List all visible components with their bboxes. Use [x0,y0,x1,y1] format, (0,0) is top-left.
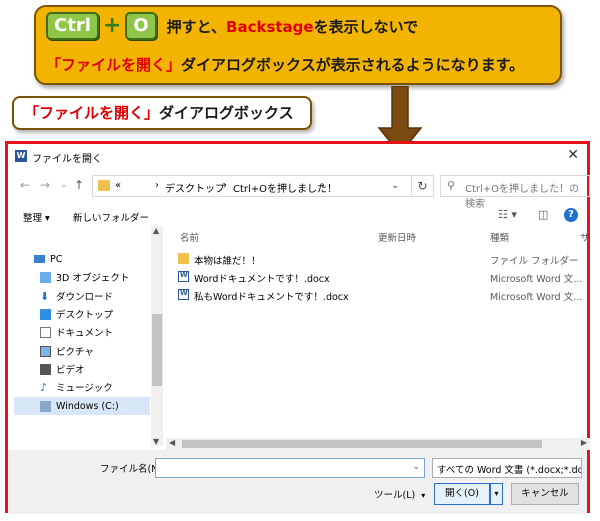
scroll-left-icon[interactable]: ◀ [169,438,175,447]
dialog-title: ファイルを開く [32,154,102,165]
close-icon[interactable]: ✕ [567,147,579,163]
chevron-down-icon[interactable]: ⌄ [569,462,577,472]
organize-button[interactable]: 整理 ▾ [23,210,50,224]
word-doc-icon [178,271,189,282]
filename-input[interactable]: ⌄ [155,458,425,478]
refresh-button[interactable]: ↻ [412,175,434,197]
callout-text-1: 押すと、Backstageを表示しないで [166,17,419,36]
file-name: 私もWordドキュメントです！.docx [194,292,349,303]
drive-icon [40,400,51,412]
recent-locations-dropdown[interactable]: ⌄ [60,180,68,190]
column-header-type[interactable]: 種類 [490,230,509,244]
download-icon: ⬇ [40,289,50,303]
dialog-label: 「ファイルを開く」ダイアログボックス [12,96,312,130]
sidebar-item-windows-c[interactable]: Windows (C:) [14,397,150,415]
word-doc-icon [178,289,189,300]
address-separator[interactable]: › [321,180,325,191]
file-type-filter[interactable]: すべての Word 文書 (*.docx;*.doc ⌄ [432,458,582,478]
list-item[interactable]: 私もWordドキュメントです！.docx Microsoft Word 文... [166,286,590,304]
column-header-modified[interactable]: 更新日時 [378,230,416,244]
file-name: Wordドキュメントです！.docx [194,274,330,285]
scrollbar-thumb[interactable] [182,440,542,448]
ctrl-key-badge: Ctrl [46,12,99,40]
column-header-name[interactable]: 名前 [180,230,199,244]
o-key-badge: O [125,12,157,40]
list-item[interactable]: 本物は誰だ！！ ファイル フォルダー [166,250,590,268]
file-type: Microsoft Word 文... [490,274,583,285]
navigation-bar: ← → ⌄ ↑ « › デスクトップ › Ctrl+Oを押しました！ › ⌄ ↻… [8,172,590,210]
open-button[interactable]: 開く(O) [434,483,490,505]
folder-icon [178,253,189,264]
column-header-size[interactable]: サ [580,230,590,244]
dialog-titlebar: W ファイルを開く ✕ [8,144,587,168]
scrollbar-thumb[interactable] [152,314,162,386]
file-list: 名前 更新日時 種類 サ 本物は誰だ！！ ファイル フォルダー Wordドキュメ… [166,226,590,444]
new-folder-button[interactable]: 新しいフォルダー [73,210,149,224]
navigation-pane: PC 3D オブジェクト ⬇ ダウンロード デスクトップ ドキュメント ピクチャ… [10,226,164,446]
horizontal-scrollbar[interactable]: ◀ ▶ [166,438,590,450]
instruction-callout: Ctrl + O 押すと、Backstageを表示しないで 「ファイルを開く」ダ… [34,5,562,85]
address-separator[interactable]: › [223,180,227,191]
folder-icon [98,180,110,191]
cancel-button[interactable]: キャンセル [511,483,579,505]
up-button[interactable]: ↑ [74,178,84,192]
search-input[interactable]: ⚲ Ctrl+Oを押しました！の検索 [440,175,590,210]
address-bar[interactable]: « › デスクトップ › Ctrl+Oを押しました！ › ⌄ [92,175,412,197]
desktop-icon [40,308,51,320]
computer-icon [34,255,45,263]
forward-button[interactable]: → [40,178,50,192]
tools-button[interactable]: ツール(L) ▾ [374,487,425,501]
chevron-down-icon[interactable]: ⌄ [391,180,399,191]
picture-icon [40,345,51,357]
open-file-dialog: W ファイルを開く ✕ ← → ⌄ ↑ « › デスクトップ › Ctrl+Oを… [5,141,590,514]
dialog-footer: ファイル名(N): ⌄ すべての Word 文書 (*.docx;*.doc ⌄… [8,450,587,514]
word-app-icon: W [15,150,27,162]
scroll-up-icon[interactable]: ▲ [153,226,159,235]
command-bar: 整理 ▾ 新しいフォルダー ☷ ▾ ◫ ? [8,206,587,228]
chevron-down-icon[interactable]: ⌄ [412,462,420,472]
file-type: Microsoft Word 文... [490,292,583,303]
scroll-right-icon[interactable]: ▶ [581,438,587,447]
file-type: ファイル フォルダー [490,256,579,267]
back-button[interactable]: ← [20,178,30,192]
preview-pane-icon[interactable]: ◫ [538,208,548,221]
cube-icon [40,271,51,283]
video-icon [40,363,51,375]
list-item[interactable]: Wordドキュメントです！.docx Microsoft Word 文... [166,268,590,286]
navigation-scrollbar[interactable]: ▲ ▼ [151,226,163,446]
open-options-dropdown[interactable]: ▾ [490,483,503,505]
callout-line1: Ctrl + O 押すと、Backstageを表示しないで [46,12,418,40]
help-icon[interactable]: ? [564,208,578,222]
view-options-icon[interactable]: ☷ ▾ [498,208,517,221]
music-icon: ♪ [40,380,48,394]
document-icon [40,326,51,338]
address-separator[interactable]: › [155,180,159,191]
search-icon: ⚲ [447,179,456,192]
callout-line2: 「ファイルを開く」ダイアログボックスが表示されるようになります。 [46,56,525,74]
scroll-down-icon[interactable]: ▼ [153,437,159,446]
breadcrumb-desktop[interactable]: デスクトップ [165,180,225,195]
chevron-down-icon: ▾ [421,491,426,500]
plus-sign: + [102,13,122,38]
file-name: 本物は誰だ！！ [194,256,261,267]
address-overflow[interactable]: « [115,180,121,191]
